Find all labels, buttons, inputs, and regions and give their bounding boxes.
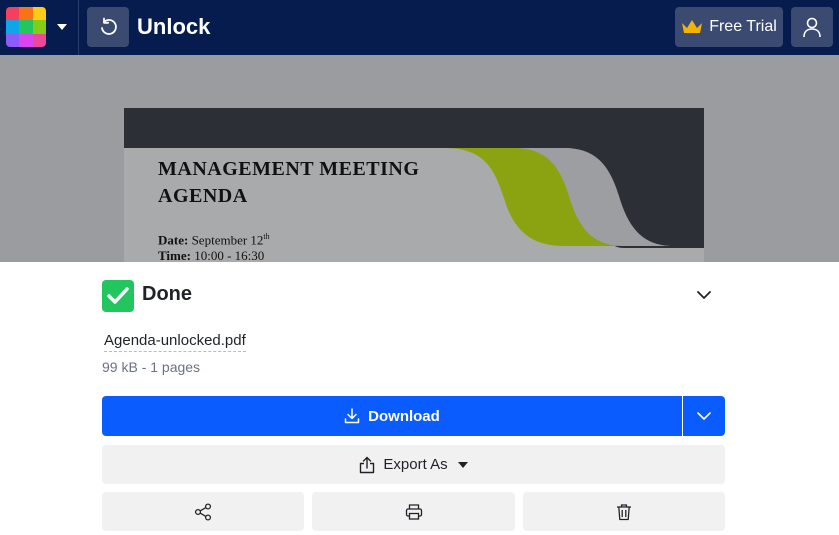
app-logo (6, 7, 46, 47)
download-icon (344, 408, 360, 424)
top-bar: Unlock Free Trial (0, 0, 839, 55)
account-button[interactable] (791, 7, 833, 47)
export-as-label: Export As (383, 456, 448, 473)
caret-down-icon (457, 461, 468, 468)
document-title: MANAGEMENT MEETING AGENDA (158, 158, 420, 207)
filename-field[interactable]: Agenda-unlocked.pdf (104, 332, 246, 352)
crown-icon (682, 20, 703, 33)
logo-tile (32, 33, 46, 47)
chevron-down-icon (697, 411, 711, 420)
logo-tile (19, 33, 33, 47)
app-menu-button[interactable] (0, 0, 79, 55)
document-preview: MANAGEMENT MEETING AGENDA Date: Septembe… (0, 55, 839, 262)
logo-tile (32, 7, 46, 21)
collapse-button[interactable] (692, 285, 716, 305)
free-trial-button[interactable]: Free Trial (675, 7, 783, 47)
print-button[interactable] (312, 492, 515, 531)
download-label: Download (368, 407, 440, 425)
caret-down-icon (57, 24, 67, 30)
export-as-button[interactable]: Export As (102, 445, 725, 484)
document-time-line: Time: 10:00 - 16:30 (158, 248, 265, 262)
trash-icon (617, 503, 631, 520)
page-title: Unlock (137, 14, 211, 39)
document-page: MANAGEMENT MEETING AGENDA Date: Septembe… (124, 108, 704, 262)
result-panel: Done Agenda-unlocked.pdf 99 kB - 1 pages… (0, 262, 839, 535)
share-upload-icon (360, 456, 375, 473)
logo-tile (32, 20, 46, 34)
check-icon (102, 280, 134, 312)
delete-button[interactable] (523, 492, 725, 531)
status-label: Done (142, 283, 192, 305)
undo-icon (101, 17, 117, 35)
file-info: 99 kB - 1 pages (102, 359, 201, 375)
logo-tile (6, 7, 20, 21)
download-options-button[interactable] (683, 396, 725, 436)
free-trial-label: Free Trial (709, 18, 777, 35)
logo-tile (6, 20, 20, 34)
document-date-line: Date: September 12th (158, 232, 270, 248)
user-icon (803, 17, 821, 38)
undo-button[interactable] (87, 7, 129, 47)
logo-tile (6, 33, 20, 47)
printer-icon (405, 503, 422, 520)
share-button[interactable] (102, 492, 304, 531)
logo-tile (19, 20, 33, 34)
share-nodes-icon (194, 502, 212, 521)
document-decoration (424, 148, 704, 248)
chevron-down-icon (697, 290, 711, 299)
logo-tile (19, 7, 33, 21)
download-button[interactable]: Download (102, 396, 682, 436)
